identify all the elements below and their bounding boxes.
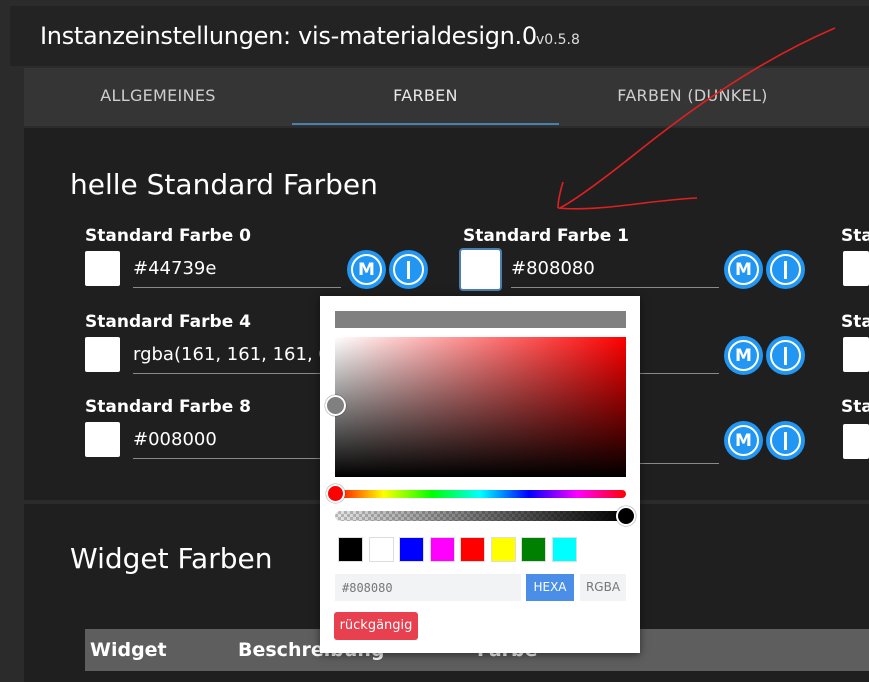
color-swatch-4[interactable] bbox=[85, 337, 120, 372]
info-icon bbox=[770, 254, 801, 285]
color-input-9-underline[interactable] bbox=[640, 432, 719, 464]
color-input-0[interactable]: #44739e bbox=[133, 256, 341, 288]
active-tab-indicator bbox=[292, 123, 559, 125]
material-icon: M bbox=[728, 340, 759, 371]
preset-swatch-white[interactable] bbox=[369, 537, 394, 562]
rgba-mode-button[interactable]: RGBA bbox=[580, 574, 626, 601]
field-label-color-0: Standard Farbe 0 bbox=[85, 226, 251, 246]
color-swatch-6[interactable] bbox=[843, 337, 869, 372]
preset-swatch-cyan[interactable] bbox=[552, 537, 577, 562]
field-label-color-10: Sta bbox=[841, 397, 869, 417]
material-color-button-1[interactable]: M bbox=[724, 250, 763, 289]
info-button-9[interactable] bbox=[766, 421, 805, 460]
tab-allgemeines[interactable]: ALLGEMEINES bbox=[24, 68, 292, 126]
title-bar: Instanzeinstellungen: vis-materialdesign… bbox=[10, 6, 869, 66]
info-icon bbox=[393, 254, 424, 285]
material-color-button-0[interactable]: M bbox=[347, 250, 386, 289]
field-label-color-8: Standard Farbe 8 bbox=[85, 397, 251, 417]
info-icon bbox=[770, 425, 801, 456]
material-color-button-5[interactable]: M bbox=[724, 336, 763, 375]
material-icon: M bbox=[728, 254, 759, 285]
info-button-1[interactable] bbox=[766, 250, 805, 289]
saturation-value-handle[interactable] bbox=[325, 395, 346, 416]
preset-swatch-red[interactable] bbox=[460, 537, 485, 562]
version-label: v0.5.8 bbox=[536, 32, 580, 48]
hue-slider-handle[interactable] bbox=[326, 484, 345, 503]
tab-farben[interactable]: FARBEN bbox=[292, 68, 559, 126]
color-swatch-10[interactable] bbox=[843, 424, 869, 459]
undo-button[interactable]: rückgängig bbox=[334, 612, 418, 640]
preset-swatch-yellow[interactable] bbox=[491, 537, 516, 562]
field-label-color-4: Standard Farbe 4 bbox=[85, 312, 251, 332]
alpha-slider[interactable] bbox=[335, 511, 626, 521]
preset-swatch-black[interactable] bbox=[338, 537, 363, 562]
preset-swatch-magenta[interactable] bbox=[430, 537, 455, 562]
hexa-mode-button[interactable]: HEXA bbox=[526, 574, 574, 601]
material-icon: M bbox=[728, 425, 759, 456]
field-label-color-2: Sta bbox=[841, 226, 869, 246]
hue-slider[interactable] bbox=[335, 490, 626, 498]
color-preview bbox=[335, 311, 626, 328]
color-picker-popup: #808080 HEXA RGBA rückgängig bbox=[320, 296, 640, 653]
info-icon bbox=[770, 340, 801, 371]
field-label-color-1: Standard Farbe 1 bbox=[463, 226, 629, 246]
hex-value-input[interactable]: #808080 bbox=[335, 574, 521, 601]
saturation-value-area[interactable] bbox=[335, 337, 626, 477]
color-input-8[interactable]: #008000 bbox=[133, 427, 320, 459]
tab-bar: ALLGEMEINES FARBEN FARBEN (DUNKEL) bbox=[24, 68, 869, 126]
info-button-5[interactable] bbox=[766, 336, 805, 375]
column-header-widget: Widget bbox=[90, 639, 167, 661]
color-input-1[interactable]: #808080 bbox=[511, 256, 719, 288]
material-icon: M bbox=[351, 254, 382, 285]
section-heading-light-colors: helle Standard Farben bbox=[70, 168, 378, 201]
color-swatch-1[interactable] bbox=[461, 250, 500, 289]
section-heading-widget-colors: Widget Farben bbox=[70, 542, 273, 575]
page-title: Instanzeinstellungen: vis-materialdesign… bbox=[40, 22, 537, 50]
field-label-color-6: Sta bbox=[841, 312, 869, 332]
color-input-4[interactable]: rgba(161, 161, 161, 0. bbox=[133, 342, 320, 374]
color-swatch-2[interactable] bbox=[843, 251, 869, 286]
preset-swatch-blue[interactable] bbox=[399, 537, 424, 562]
alpha-slider-handle[interactable] bbox=[616, 506, 636, 526]
color-input-5-underline[interactable] bbox=[640, 342, 719, 374]
preset-swatch-green[interactable] bbox=[521, 537, 546, 562]
color-swatch-8[interactable] bbox=[85, 422, 120, 457]
material-color-button-9[interactable]: M bbox=[724, 421, 763, 460]
tab-farben-dunkel[interactable]: FARBEN (DUNKEL) bbox=[559, 68, 826, 126]
color-swatch-0[interactable] bbox=[85, 251, 120, 286]
info-button-0[interactable] bbox=[389, 250, 428, 289]
